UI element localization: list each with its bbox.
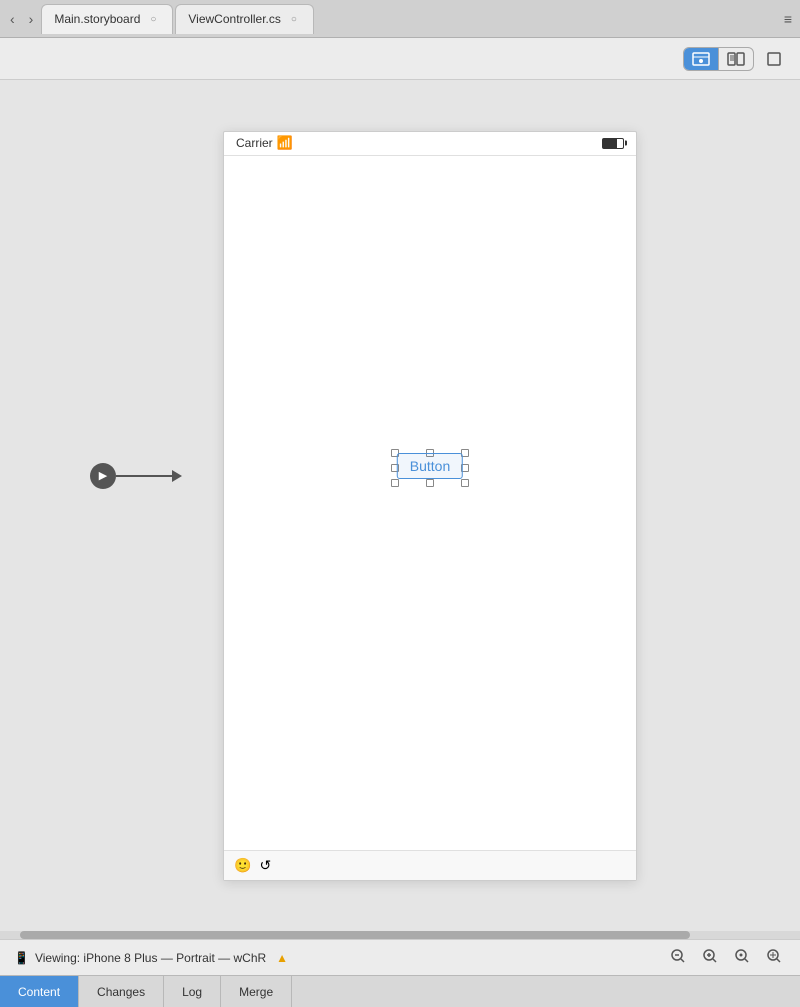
button-selection[interactable]: Button: [395, 453, 465, 483]
tab-content[interactable]: Content: [0, 976, 79, 1007]
handle-bl[interactable]: [391, 479, 399, 487]
storyboard-button[interactable]: Button: [397, 453, 463, 479]
zoom-fit-button[interactable]: [730, 946, 754, 969]
tab-viewcontroller-cs-close[interactable]: ○: [287, 12, 301, 26]
battery-icon: [602, 138, 624, 149]
canvas-area[interactable]: ▶ Carrier 📶: [0, 80, 800, 931]
tab-forward-button[interactable]: ›: [23, 7, 40, 31]
tab-log-label: Log: [182, 985, 202, 999]
status-bar: Carrier 📶: [224, 132, 636, 156]
zoom-fill-button[interactable]: [762, 946, 786, 969]
carrier-label: Carrier: [236, 136, 273, 150]
viewing-info: 📱 Viewing: iPhone 8 Plus — Portrait — wC…: [14, 951, 288, 965]
tab-viewcontroller-cs[interactable]: ViewController.cs ○: [175, 4, 313, 34]
layout-icon: [767, 52, 781, 66]
tab-main-storyboard[interactable]: Main.storyboard ○: [41, 4, 173, 34]
scrollbar-thumb[interactable]: [20, 931, 690, 939]
tab-menu-button[interactable]: ≡: [780, 7, 796, 31]
entry-icon: ▶: [99, 469, 107, 482]
carrier-info: Carrier 📶: [236, 135, 293, 151]
tab-changes-label: Changes: [97, 985, 145, 999]
entry-circle: ▶: [90, 463, 116, 489]
standard-editor-button[interactable]: [684, 48, 719, 70]
phone-icon: 📱: [14, 951, 29, 965]
assistant-editor-button[interactable]: [719, 48, 753, 70]
vc-bottom-icon-2[interactable]: ↺: [259, 857, 271, 874]
tab-log[interactable]: Log: [164, 976, 221, 1007]
toolbar: [0, 38, 800, 80]
handle-bc[interactable]: [426, 479, 434, 487]
layout-button[interactable]: [758, 47, 790, 71]
tab-merge-label: Merge: [239, 985, 273, 999]
bottom-tab-bar: Content Changes Log Merge: [0, 975, 800, 1007]
zoom-controls: [666, 946, 786, 969]
tab-main-storyboard-label: Main.storyboard: [54, 12, 140, 26]
zoom-out-button[interactable]: [666, 946, 690, 969]
wifi-icon: 📶: [277, 135, 293, 151]
vc-bottom-bar: 🙂 ↺: [224, 850, 636, 880]
zoom-in-button[interactable]: [698, 946, 722, 969]
tab-back-button[interactable]: ‹: [4, 7, 21, 31]
zoom-fit-icon: [734, 948, 750, 964]
iphone-frame: Carrier 📶 Button 🙂: [223, 131, 637, 881]
entry-arrow: ▶: [90, 463, 176, 489]
vc-bottom-icon-1[interactable]: 🙂: [234, 857, 251, 874]
vc-content[interactable]: Button: [224, 156, 636, 850]
viewing-text: Viewing: iPhone 8 Plus — Portrait — wChR: [35, 951, 266, 965]
zoom-in-icon: [702, 948, 718, 964]
zoom-out-icon: [670, 948, 686, 964]
zoom-fill-icon: [766, 948, 782, 964]
assistant-editor-icon: [727, 52, 745, 66]
bottom-status-bar: 📱 Viewing: iPhone 8 Plus — Portrait — wC…: [0, 939, 800, 975]
tab-bar: ‹ › Main.storyboard ○ ViewController.cs …: [0, 0, 800, 38]
scrollbar-area[interactable]: [0, 931, 800, 939]
tab-content-label: Content: [18, 985, 60, 999]
entry-line: [116, 475, 176, 477]
standard-editor-icon: [692, 52, 710, 66]
tab-main-storyboard-close[interactable]: ○: [146, 12, 160, 26]
tab-merge[interactable]: Merge: [221, 976, 292, 1007]
tab-changes[interactable]: Changes: [79, 976, 164, 1007]
warning-icon: ▲: [276, 951, 288, 965]
editor-toggle-group: [683, 47, 754, 71]
tab-viewcontroller-cs-label: ViewController.cs: [188, 12, 280, 26]
handle-br[interactable]: [461, 479, 469, 487]
battery-fill: [603, 139, 617, 148]
